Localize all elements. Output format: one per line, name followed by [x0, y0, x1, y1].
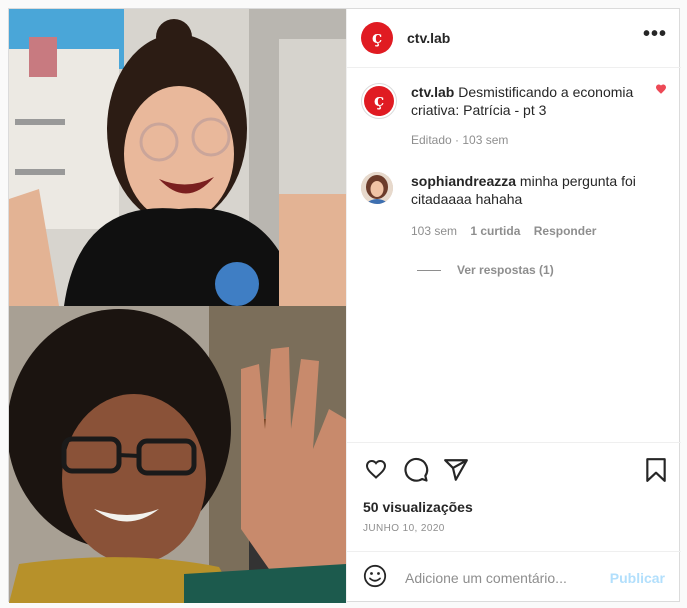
replies-divider: [417, 269, 441, 271]
caption-avatar[interactable]: ç: [361, 83, 397, 119]
add-comment-bar: Publicar: [347, 551, 681, 604]
post-date: JUNHO 10, 2020: [363, 523, 445, 534]
post-sidebar: ç ctv.lab ••• ç ctv.lab Desmistificando …: [346, 9, 681, 603]
account-avatar[interactable]: ç: [361, 22, 393, 54]
caption-logo-glyph: ç: [373, 91, 385, 111]
caption: ç ctv.lab Desmistificando a economia cri…: [361, 83, 651, 149]
bookmark-icon[interactable]: [645, 457, 667, 488]
comment-like-heart-icon[interactable]: [655, 82, 667, 100]
emoji-icon[interactable]: [363, 564, 387, 593]
reply-button[interactable]: Responder: [534, 224, 597, 238]
commenter-avatar[interactable]: [361, 172, 393, 204]
view-replies-button[interactable]: Ver respostas (1): [417, 263, 554, 277]
comment-time[interactable]: 103 sem: [411, 224, 457, 238]
comment-actions: 103 sem 1 curtida Responder: [411, 222, 641, 240]
comment-likes[interactable]: 1 curtida: [470, 224, 520, 238]
video-frame: [9, 9, 346, 603]
account-logo-glyph: ç: [371, 28, 383, 48]
caption-username[interactable]: ctv.lab: [411, 84, 454, 100]
publish-button[interactable]: Publicar: [610, 570, 665, 586]
caption-body: ctv.lab Desmistificando a economia criat…: [411, 83, 651, 149]
comment-username[interactable]: sophiandreazza: [411, 173, 516, 189]
more-options-icon[interactable]: •••: [643, 24, 667, 47]
post-footer: 50 visualizações JUNHO 10, 2020 Publicar: [347, 442, 681, 603]
post-video[interactable]: [9, 9, 346, 603]
comment-body: sophiandreazza minha pergunta foi citada…: [411, 172, 641, 240]
account-username[interactable]: ctv.lab: [407, 30, 450, 46]
heart-icon[interactable]: [363, 457, 389, 486]
comments-section: ç ctv.lab Desmistificando a economia cri…: [347, 68, 681, 442]
action-bar: [363, 457, 668, 483]
comment-icon[interactable]: [403, 457, 429, 488]
view-replies-label: Ver respostas (1): [457, 263, 554, 277]
comment-item: sophiandreazza minha pergunta foi citada…: [361, 172, 671, 240]
view-count[interactable]: 50 visualizações: [363, 499, 473, 515]
post-card: ç ctv.lab ••• ç ctv.lab Desmistificando …: [8, 8, 681, 603]
share-icon[interactable]: [443, 457, 469, 488]
post-header: ç ctv.lab •••: [347, 9, 681, 68]
caption-meta: Editado · 103 sem: [411, 133, 509, 147]
comment-input[interactable]: [403, 569, 597, 587]
